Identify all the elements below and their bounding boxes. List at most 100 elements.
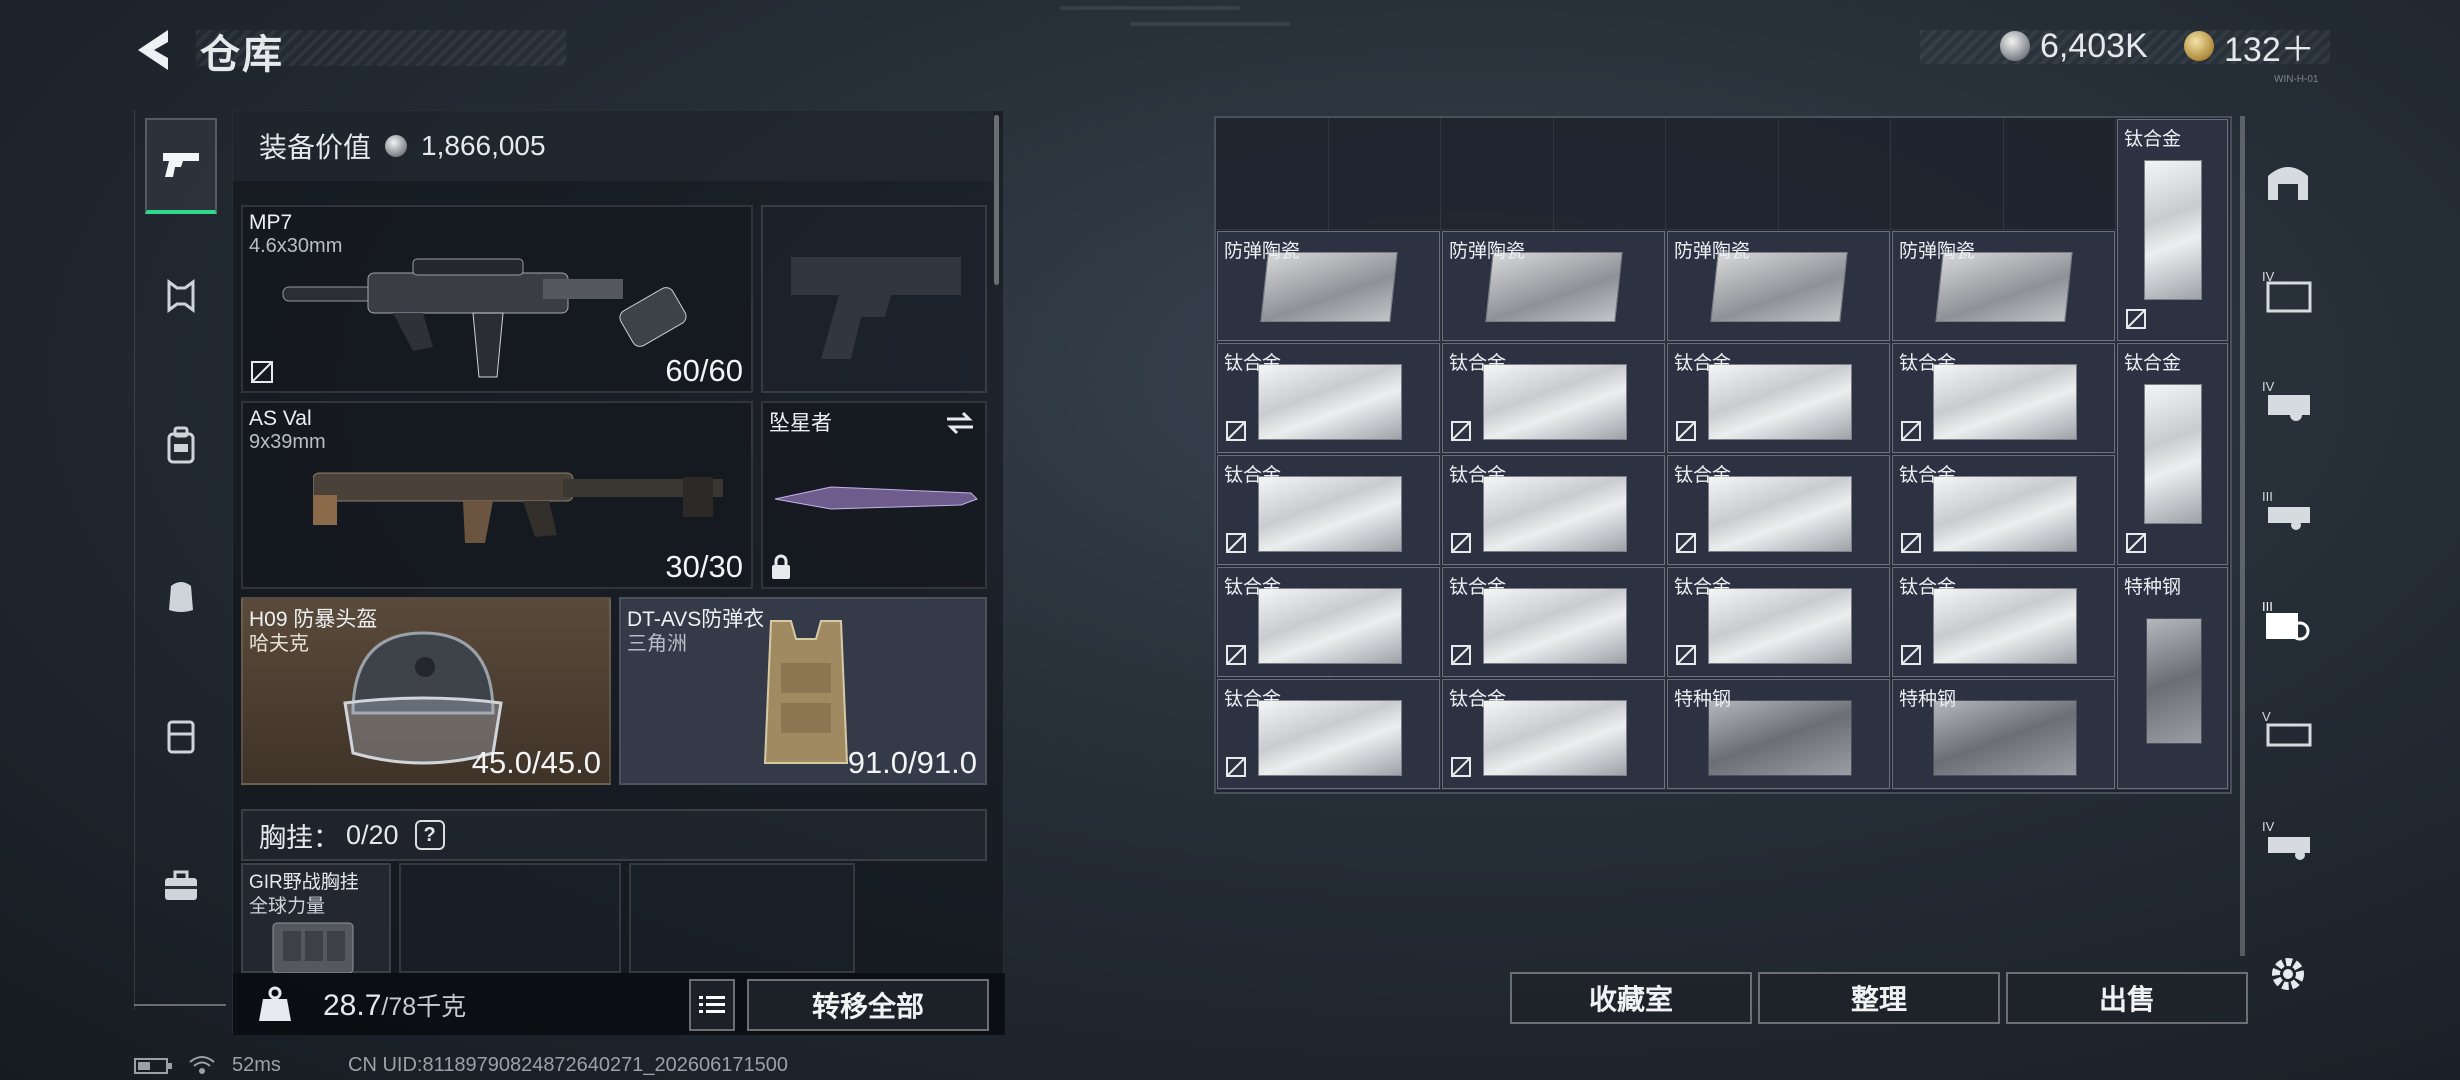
stash-item-name: 防弹陶瓷 — [1674, 241, 1751, 262]
chest-rig-name: GIR野战胸挂 — [249, 872, 359, 893]
svg-text:IV: IV — [2262, 819, 2275, 834]
grid-cell[interactable] — [1666, 118, 1779, 230]
stash-category-rail: IV IV III III V IV — [2246, 116, 2330, 990]
transfer-all-button[interactable]: 转移全部 — [747, 979, 989, 1031]
gold-coin-icon — [2184, 31, 2214, 61]
stash-item[interactable]: 钛合金 — [1217, 567, 1440, 677]
rail-divider — [134, 1004, 226, 1006]
stash-item[interactable]: 钛合金 — [1667, 455, 1890, 565]
rail-pouch[interactable] — [145, 548, 217, 644]
grid-cell[interactable] — [1778, 118, 1891, 230]
stash-item[interactable]: 钛合金 — [1217, 343, 1440, 453]
rail-tier-iii-gun-case[interactable]: III — [2258, 482, 2318, 542]
titanium-plate-image — [1483, 364, 1627, 440]
titanium-plate-image — [1483, 476, 1627, 552]
chest-rig-slot[interactable]: GIR野战胸挂 全球力量 — [241, 863, 391, 973]
rail-toolbox[interactable] — [145, 838, 217, 934]
chest-rig-image — [272, 922, 354, 973]
titanium-plate-image — [1483, 588, 1627, 664]
grid-cell[interactable] — [1328, 118, 1441, 230]
list-icon — [699, 996, 725, 1013]
titanium-plate-image — [2144, 160, 2202, 300]
primary-weapon-slot[interactable]: MP7 4.6x30mm 60/60 — [241, 205, 753, 393]
gold-amount: 132＋ — [2224, 30, 2315, 69]
titanium-plate-image — [1483, 700, 1627, 776]
titanium-plate-image — [1258, 476, 1402, 552]
not-found-in-raid-icon — [1899, 531, 1923, 560]
steel-bar-image — [2146, 618, 2202, 744]
rail-chest-rig[interactable] — [145, 248, 217, 344]
stash-item[interactable]: 特种钢 — [1667, 679, 1890, 789]
weight-readout: 28.7/78千克 — [323, 987, 466, 1023]
panel-scrollbar[interactable] — [994, 115, 999, 285]
stash-item[interactable]: 钛合金 — [1217, 679, 1440, 789]
stash-item-name: 钛合金 — [1899, 353, 1957, 374]
rail-tier-v-gun-case[interactable]: V — [2258, 702, 2318, 762]
stash-item-name: 钛合金 — [1224, 689, 1282, 710]
back-button[interactable] — [128, 22, 184, 78]
stash-item[interactable]: 钛合金 — [1442, 343, 1665, 453]
help-button[interactable]: ? — [414, 820, 445, 850]
sort-button[interactable]: 整理 — [1758, 972, 2000, 1024]
chest-rig-label: 胸挂： — [259, 822, 340, 853]
stash-item[interactable]: 钛合金 — [1892, 455, 2115, 565]
chest-rig-empty-slot[interactable] — [399, 863, 621, 973]
mp7-weapon-image — [282, 258, 687, 378]
rail-tier-iv-ammo-case[interactable]: IV — [2258, 812, 2318, 872]
rail-tier-iv-weapon-case[interactable]: IV — [2258, 262, 2318, 322]
knife-image — [774, 486, 978, 510]
stash-item[interactable]: 钛合金 — [1667, 343, 1890, 453]
stash-item[interactable]: 特种钢 — [1892, 679, 2115, 789]
swap-icon[interactable] — [943, 409, 977, 437]
grid-cell[interactable] — [1891, 118, 2004, 230]
stash-item[interactable]: 防弹陶瓷 — [1667, 231, 1890, 341]
equipment-value-bar: 装备价值 1,866,005 — [233, 111, 993, 181]
stash-item[interactable]: 防弹陶瓷 — [1442, 231, 1665, 341]
case-icon — [167, 720, 195, 754]
stash-item[interactable]: 防弹陶瓷 — [1892, 231, 2115, 341]
chest-rig-empty-slot[interactable] — [629, 863, 855, 973]
settings-button[interactable] — [2258, 944, 2318, 1004]
list-view-button[interactable] — [689, 979, 735, 1031]
rail-tier-iv-gun-case[interactable]: IV — [2258, 372, 2318, 432]
stash-item[interactable]: 钛合金 — [2117, 119, 2228, 341]
stash-item[interactable]: 钛合金 — [1892, 567, 2115, 677]
grid-cell[interactable] — [1216, 118, 1329, 230]
loadout-panel: 装备价值 1,866,005 MP7 4.6x30mm 60/60 AS Val — [232, 110, 1005, 1035]
sidearm-slot[interactable] — [761, 205, 987, 393]
stash-item[interactable]: 钛合金 — [1442, 567, 1665, 677]
rail-weapons[interactable] — [145, 118, 217, 214]
sell-button[interactable]: 出售 — [2006, 972, 2248, 1024]
chest-rig-bar: 胸挂： 0/20 ? — [241, 809, 987, 861]
grid-cell[interactable] — [1441, 118, 1554, 230]
rail-case[interactable] — [145, 688, 217, 784]
stash-item[interactable]: 特种钢 — [2117, 567, 2228, 789]
rail-backpack[interactable] — [145, 398, 217, 494]
grid-cell[interactable] — [2003, 118, 2116, 230]
stash-item[interactable]: 钛合金 — [1667, 567, 1890, 677]
stash-item-name: 钛合金 — [1674, 465, 1732, 486]
not-found-in-raid-icon — [1899, 419, 1923, 448]
stash-item-name: 防弹陶瓷 — [1449, 241, 1526, 262]
gold-currency[interactable]: 132＋ — [2184, 24, 2315, 69]
rail-tier-iii-ammo-case[interactable]: III — [2258, 592, 2318, 652]
stash-item[interactable]: 钛合金 — [1442, 679, 1665, 789]
stash-item[interactable]: 防弹陶瓷 — [1217, 231, 1440, 341]
melee-slot[interactable]: 坠星者 — [761, 401, 987, 589]
titanium-plate-image — [1258, 588, 1402, 664]
tier-v-gun-case-icon: V — [2262, 709, 2312, 747]
stash-item[interactable]: 钛合金 — [1442, 455, 1665, 565]
stash-item[interactable]: 钛合金 — [1892, 343, 2115, 453]
collection-room-button[interactable]: 收藏室 — [1510, 972, 1752, 1024]
grid-cell[interactable] — [1553, 118, 1666, 230]
secondary-weapon-slot[interactable]: AS Val 9x39mm 30/30 — [241, 401, 753, 589]
stash-item[interactable]: 钛合金 — [2117, 343, 2228, 565]
stash-scrollbar[interactable] — [2240, 116, 2245, 956]
helmet-slot[interactable]: H09 防暴头盔 哈夫克 45.0/45.0 — [241, 597, 611, 785]
rail-safe-house[interactable] — [2258, 152, 2318, 212]
armor-slot[interactable]: DT-AVS防弹衣 三角洲 91.0/91.0 — [619, 597, 987, 785]
weapon-ammo: 30/30 — [665, 549, 743, 584]
weapon-ammo: 60/60 — [665, 353, 743, 388]
stash-item[interactable]: 钛合金 — [1217, 455, 1440, 565]
body-armor-image — [763, 620, 849, 764]
